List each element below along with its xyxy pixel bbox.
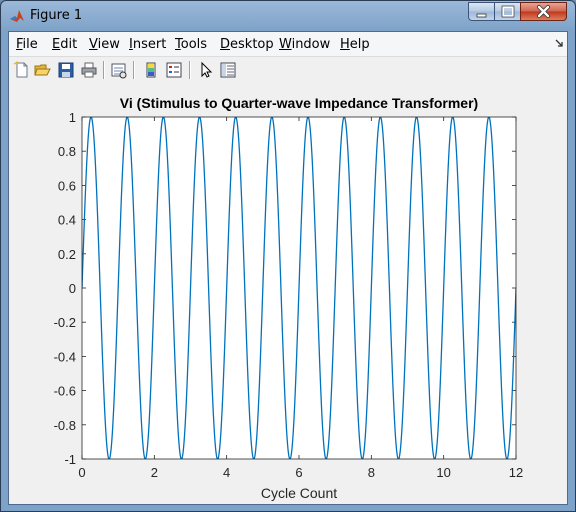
figure-toolbar	[9, 56, 567, 84]
y-tick-label: -0.2	[54, 315, 76, 330]
title-bar[interactable]: Figure 1	[1, 1, 575, 31]
minimize-button[interactable]	[468, 2, 495, 21]
x-tick-label: 0	[78, 465, 85, 480]
y-tick-label: 0.2	[58, 247, 76, 262]
toolbar-separator	[103, 61, 105, 79]
save-icon[interactable]	[57, 61, 75, 79]
menu-help[interactable]: Help	[340, 37, 370, 52]
edit-plot-arrow-icon[interactable]	[197, 61, 215, 79]
toolbar-separator	[133, 61, 135, 79]
menu-tools[interactable]: Tools	[175, 37, 207, 52]
close-icon	[537, 5, 550, 18]
menu-edit[interactable]: Edit	[52, 37, 77, 52]
y-tick-label: -0.6	[54, 384, 76, 399]
chart-title: Vi (Stimulus to Quarter-wave Impedance T…	[120, 95, 478, 111]
plot-svg: 0 2 4 6 8 10 12 1 0.8 0.6 0.4 0.2 0 -0.2 -0.4 -0.6 -0.8 -…	[54, 95, 524, 501]
dock-arrow-icon[interactable]	[554, 38, 564, 48]
menu-bar: File Edit View Insert Tools Desktop Wind…	[9, 32, 567, 56]
toolbar-separator	[189, 61, 191, 79]
x-tick-label: 10	[436, 465, 450, 480]
matlab-icon	[10, 10, 24, 22]
close-button[interactable]	[520, 2, 567, 21]
x-tick-label: 12	[509, 465, 523, 480]
y-tick-label: 0.4	[58, 213, 76, 228]
y-tick-label: -0.8	[54, 418, 76, 433]
menu-desktop[interactable]: Desktop	[220, 37, 274, 52]
menu-insert[interactable]: Insert	[129, 37, 166, 52]
y-tick-label: -1	[64, 452, 76, 467]
window-title: Figure 1	[30, 8, 83, 23]
menu-view[interactable]: View	[89, 37, 120, 52]
y-tick-label: 0	[69, 281, 76, 296]
figure-window: Figure 1 File Edit View Insert Tools Des…	[0, 0, 576, 512]
print-icon[interactable]	[80, 61, 98, 79]
maximize-button[interactable]	[494, 2, 521, 21]
insert-legend-icon[interactable]	[165, 61, 183, 79]
figure-client-area: File Edit View Insert Tools Desktop Wind…	[8, 31, 568, 505]
y-tick-label: 1	[69, 110, 76, 125]
x-tick-label: 2	[151, 465, 158, 480]
new-figure-icon[interactable]	[13, 61, 31, 79]
insert-colorbar-icon[interactable]	[142, 61, 160, 79]
menu-file[interactable]: File	[16, 37, 38, 52]
open-file-icon[interactable]	[34, 61, 52, 79]
y-tick-label: -0.4	[54, 349, 76, 364]
link-plot-icon[interactable]	[110, 61, 128, 79]
minimize-icon	[476, 13, 487, 18]
y-tick-label: 0.6	[58, 178, 76, 193]
x-axis-label: Cycle Count	[261, 485, 337, 501]
maximize-icon	[501, 5, 515, 18]
x-tick-label: 4	[223, 465, 230, 480]
property-editor-icon[interactable]	[219, 61, 237, 79]
figure-canvas: 0 2 4 6 8 10 12 1 0.8 0.6 0.4 0.2 0 -0.2 -0.4 -0.6 -0.8 -…	[9, 83, 567, 504]
x-tick-label: 6	[295, 465, 302, 480]
x-tick-label: 8	[368, 465, 375, 480]
y-tick-label: 0.8	[58, 144, 76, 159]
menu-window[interactable]: Window	[279, 37, 330, 52]
